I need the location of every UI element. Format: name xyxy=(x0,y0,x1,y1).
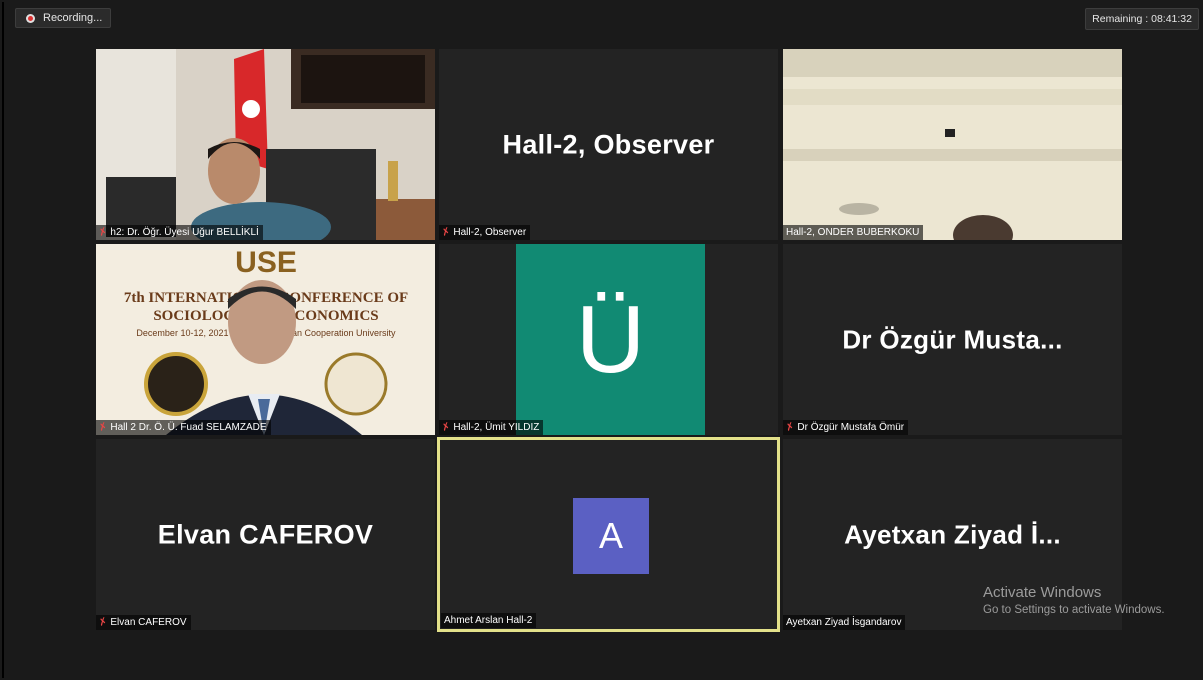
meeting-window: Recording... Remaining : 08:41:32 ✗ h2: … xyxy=(2,2,1203,678)
watermark-title: Activate Windows xyxy=(983,584,1102,601)
video-feed xyxy=(96,49,435,240)
participant-tile-onder[interactable]: Hall-2, ONDER BUBERKOKU xyxy=(783,49,1122,240)
participant-tile-ozgur[interactable]: Dr Özgür Musta... ✗ Dr Özgür Mustafa Ömü… xyxy=(783,244,1122,435)
participant-name: Hall 2 Dr. Ö. Ü. Fuad SELAMZADE xyxy=(110,422,267,433)
participant-name-tag: ✗ Elvan CAFEROV xyxy=(96,615,191,630)
participant-tile-observer[interactable]: Hall-2, Observer ✗ Hall-2, Observer xyxy=(439,49,778,240)
recording-indicator[interactable]: Recording... xyxy=(15,8,111,28)
participant-name: Hall-2, Ümit YILDIZ xyxy=(453,422,540,433)
participant-name: Hall-2, Observer xyxy=(453,227,527,238)
video-feed: USE 7th INTERNATIONAL CONFERENCE OF SOCI… xyxy=(96,244,435,435)
recording-label: Recording... xyxy=(43,12,103,24)
participant-name: Hall-2, ONDER BUBERKOKU xyxy=(786,227,920,238)
participant-tile-fuad[interactable]: USE 7th INTERNATIONAL CONFERENCE OF SOCI… xyxy=(96,244,435,435)
participant-name: Elvan CAFEROV xyxy=(110,617,187,628)
participant-display-name: Ayetxan Ziyad İ... xyxy=(844,519,1061,549)
mic-muted-icon: ✗ xyxy=(97,420,110,435)
participant-name: h2: Dr. Öğr. Üyesi Uğur BELLİKLİ xyxy=(110,227,259,238)
mic-muted-icon: ✗ xyxy=(97,225,110,240)
participant-name-tag: ✗ Hall 2 Dr. Ö. Ü. Fuad SELAMZADE xyxy=(96,420,271,435)
banner-title: USE xyxy=(235,246,297,279)
participant-name-tag: ✗ h2: Dr. Öğr. Üyesi Uğur BELLİKLİ xyxy=(96,225,263,240)
remaining-time: Remaining : 08:41:32 xyxy=(1085,8,1199,30)
mic-muted-icon: ✗ xyxy=(784,420,797,435)
participant-name-tag: ✗ Hall-2, Observer xyxy=(439,225,531,240)
participant-display-name: Dr Özgür Musta... xyxy=(842,324,1063,354)
participant-tile-ahmet[interactable]: A Ahmet Arslan Hall-2 xyxy=(437,437,780,632)
participant-name-tag: ✗ Hall-2, Ümit YILDIZ xyxy=(439,420,544,435)
mic-muted-icon: ✗ xyxy=(440,225,453,240)
watermark-subtitle: Go to Settings to activate Windows. xyxy=(983,604,1165,616)
participant-display-name: Elvan CAFEROV xyxy=(157,519,374,549)
mic-muted-icon: ✗ xyxy=(97,615,110,630)
participant-display-name: Hall-2, Observer xyxy=(502,129,715,159)
participant-name: Ayetxan Ziyad İsgandarov xyxy=(786,617,902,628)
participant-name-tag: Ayetxan Ziyad İsgandarov xyxy=(783,615,906,630)
participant-name: Dr Özgür Mustafa Ömür xyxy=(797,422,905,433)
record-icon xyxy=(26,13,35,23)
activate-windows-watermark: Activate Windows Go to Settings to activ… xyxy=(983,584,1165,616)
participant-name-tag: Ahmet Arslan Hall-2 xyxy=(441,613,537,628)
participant-tile-ugur[interactable]: ✗ h2: Dr. Öğr. Üyesi Uğur BELLİKLİ xyxy=(96,49,435,240)
participant-tile-umit[interactable]: Ü ✗ Hall-2, Ümit YILDIZ xyxy=(439,244,778,435)
video-feed xyxy=(783,49,1122,240)
participant-tile-elvan[interactable]: Elvan CAFEROV ✗ Elvan CAFEROV xyxy=(96,439,435,630)
avatar: A xyxy=(573,498,649,574)
avatar: Ü xyxy=(516,244,705,435)
participant-name: Ahmet Arslan Hall-2 xyxy=(444,615,533,626)
mic-muted-icon: ✗ xyxy=(440,420,453,435)
participant-name-tag: ✗ Dr Özgür Mustafa Ömür xyxy=(783,420,909,435)
participant-name-tag: Hall-2, ONDER BUBERKOKU xyxy=(783,225,924,240)
